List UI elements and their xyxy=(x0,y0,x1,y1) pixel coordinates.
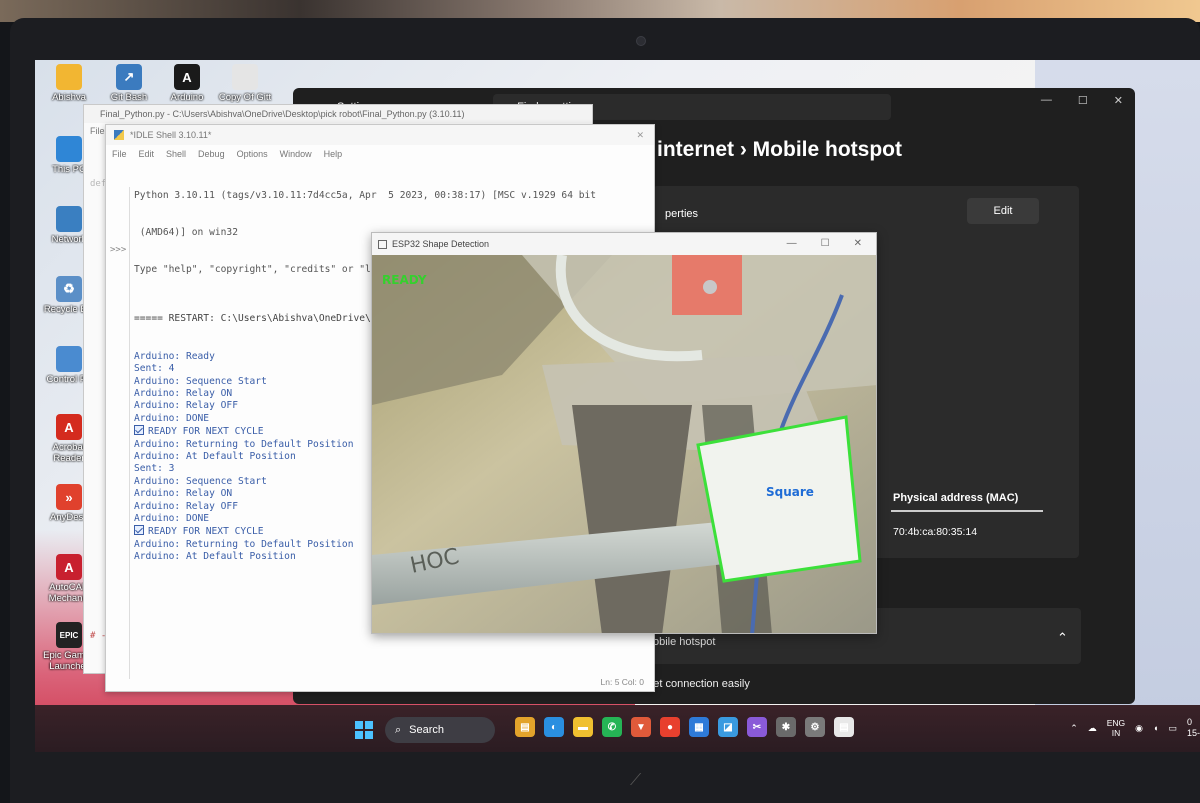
snipping-icon[interactable]: ✂ xyxy=(747,717,767,737)
taskbar-search[interactable]: ⌕ Search xyxy=(385,717,495,743)
shell-menubar: File Edit Shell Debug Options Window Hel… xyxy=(106,145,654,163)
taskbar: ⌕ Search ▤ ◐ ▬ ✆ ▼ ● ▦ ◪ ✂ ✱ ⚙ ▤ ⌃ ☁ ENG IN ◉ ◖ ▭ 0… xyxy=(35,705,1200,752)
close-button[interactable]: ✕ xyxy=(1114,94,1123,107)
maximize-button[interactable]: ☐ xyxy=(1078,94,1088,107)
checkbox-emoji-icon xyxy=(134,525,144,536)
volume-icon[interactable]: ◖ xyxy=(1153,723,1158,733)
shape-label: Square xyxy=(766,485,814,499)
battery-icon[interactable]: ▭ xyxy=(1168,723,1177,734)
wifi-icon[interactable]: ◉ xyxy=(1135,723,1143,734)
control-panel-icon xyxy=(56,346,82,372)
chevron-up-icon[interactable]: ⌃ xyxy=(1070,723,1078,734)
mobile-hotspot-label: obile hotspot xyxy=(653,636,716,648)
camera-window-controls: — ☐ ✕ xyxy=(787,238,862,249)
shell-status: Ln: 5 Col: 0 xyxy=(600,677,644,687)
desktop-icon-git[interactable]: ↗ Git Bash xyxy=(97,64,161,103)
python-icon xyxy=(114,130,124,140)
language-indicator[interactable]: ENG IN xyxy=(1107,718,1125,738)
menu-debug[interactable]: Debug xyxy=(198,149,225,163)
mac-address-label: Physical address (MAC) xyxy=(893,492,1019,504)
chatgpt-icon[interactable]: ✱ xyxy=(776,717,796,737)
windows-logo-icon xyxy=(355,721,363,729)
camera-title: ESP32 Shape Detection xyxy=(392,239,490,249)
menu-edit[interactable]: Edit xyxy=(139,149,155,163)
shell-prompt: >>> xyxy=(110,245,127,255)
arduino-icon: A xyxy=(174,64,200,90)
browser-icon[interactable]: ◐ xyxy=(544,717,564,737)
autocad-icon: A xyxy=(56,554,82,580)
editor-code-fragment: def xyxy=(90,179,107,189)
search-icon: ⌕ xyxy=(395,723,402,736)
menu-shell[interactable]: Shell xyxy=(166,149,186,163)
detected-square xyxy=(696,415,862,583)
close-button[interactable]: ✕ xyxy=(854,238,862,249)
mac-address-value: 70:4b:ca:80:35:14 xyxy=(893,526,978,538)
store-icon[interactable]: ▦ xyxy=(689,717,709,737)
checkbox-emoji-icon xyxy=(134,425,144,436)
shell-title: *IDLE Shell 3.10.11* xyxy=(130,130,212,140)
whatsapp-icon[interactable]: ✆ xyxy=(602,717,622,737)
photos-icon[interactable]: ◪ xyxy=(718,717,738,737)
shell-log-text: READY FOR NEXT CYCLE xyxy=(148,526,264,538)
clock[interactable]: 0 15- xyxy=(1187,717,1200,739)
laptop-logo-icon: ⟋ xyxy=(630,772,642,789)
edit-button[interactable]: Edit xyxy=(967,198,1039,224)
screen: Abishva ↗ Git Bash A Arduino Copy Of Git… xyxy=(35,60,1200,752)
minimize-button[interactable]: — xyxy=(1041,94,1052,107)
epic-games-icon: EPIC xyxy=(56,622,82,648)
editor-comment-fragment: # - xyxy=(90,631,107,641)
ready-overlay: READY xyxy=(382,273,427,287)
pc-icon xyxy=(56,136,82,162)
breadcrumb: internet › Mobile hotspot xyxy=(657,138,902,161)
shell-close-button[interactable]: ✕ xyxy=(636,130,644,141)
desktop-icon-arduino[interactable]: A Arduino xyxy=(155,64,219,103)
shell-prompt-gutter: >>> xyxy=(110,187,130,679)
desktop-icon-document[interactable]: Copy Of Gitt xyxy=(213,64,277,103)
webcam xyxy=(636,36,646,46)
editor-title: Final_Python.py - C:\Users\Abishva\OneDr… xyxy=(84,105,592,123)
recycle-bin-icon: ♻ xyxy=(56,276,82,302)
shell-header-line: Python 3.10.11 (tags/v3.10.11:7d4cc5a, A… xyxy=(134,189,597,201)
chrome-icon[interactable]: ● xyxy=(660,717,680,737)
menu-options[interactable]: Options xyxy=(237,149,268,163)
menu-window[interactable]: Window xyxy=(280,149,312,163)
git-bash-icon: ↗ xyxy=(116,64,142,90)
settings-window-controls: — ☐ ✕ xyxy=(1041,94,1123,107)
system-tray: ⌃ ☁ ENG IN ◉ ◖ ▭ 0 15- xyxy=(1070,717,1200,739)
shell-log-text: READY FOR NEXT CYCLE xyxy=(148,426,264,438)
scene-screw xyxy=(703,280,717,294)
camera-feed: HOC READY Square xyxy=(372,254,876,633)
window-icon xyxy=(378,239,387,249)
start-button[interactable] xyxy=(355,721,373,739)
file-explorer-icon[interactable]: ▬ xyxy=(573,717,593,737)
chevron-up-icon[interactable]: ⌃ xyxy=(1057,630,1068,646)
notes-icon[interactable]: ▤ xyxy=(834,717,854,737)
vpn-icon[interactable]: ▼ xyxy=(631,717,651,737)
network-icon xyxy=(56,206,82,232)
menu-file[interactable]: File xyxy=(112,149,127,163)
anydesk-icon: » xyxy=(56,484,82,510)
document-icon xyxy=(232,64,258,90)
menu-help[interactable]: Help xyxy=(324,149,343,163)
camera-frame: HOC xyxy=(372,254,876,633)
properties-label: perties xyxy=(665,208,699,220)
widgets-icon[interactable]: ▤ xyxy=(515,717,535,737)
settings-icon[interactable]: ⚙ xyxy=(805,717,825,737)
shape-detection-window: ESP32 Shape Detection — ☐ ✕ HOC READY Sq… xyxy=(371,232,877,634)
minimize-button[interactable]: — xyxy=(787,238,797,249)
mac-divider xyxy=(891,510,1043,512)
shell-titlebar: *IDLE Shell 3.10.11* xyxy=(106,125,654,145)
cloud-icon[interactable]: ☁ xyxy=(1088,723,1097,734)
folder-icon xyxy=(56,64,82,90)
acrobat-icon: A xyxy=(56,414,82,440)
desktop-icon-folder[interactable]: Abishva xyxy=(37,64,101,103)
taskbar-apps: ▤ ◐ ▬ ✆ ▼ ● ▦ ◪ ✂ ✱ ⚙ ▤ xyxy=(515,717,854,737)
maximize-button[interactable]: ☐ xyxy=(821,238,830,249)
